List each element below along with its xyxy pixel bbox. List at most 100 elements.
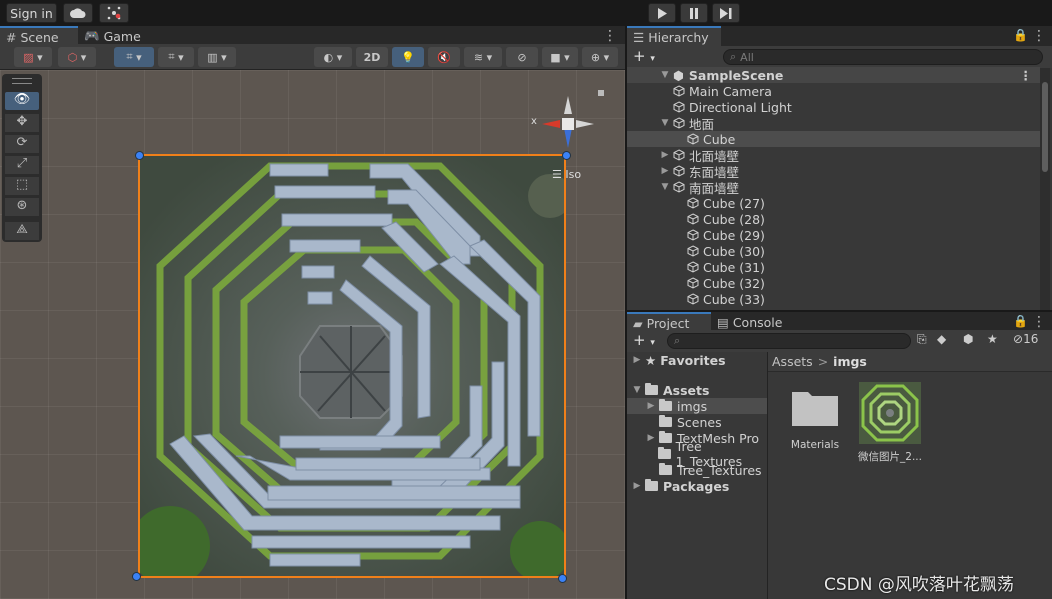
folder-icon	[645, 383, 658, 395]
fold-arrow-icon[interactable]: ▼	[659, 70, 671, 80]
view-tool-button[interactable]: 👁	[5, 92, 39, 110]
rect-handle-top-left[interactable]	[135, 151, 144, 160]
rotate-icon: ⟳	[16, 135, 28, 150]
project-menu-icon[interactable]: ⋮	[1032, 314, 1046, 330]
watermark: CSDN @风吹落叶花飘荡	[824, 575, 1014, 595]
hierarchy-item[interactable]: Main Camera	[627, 83, 1040, 99]
hidden-packages-toggle[interactable]: ⊘16	[1013, 332, 1038, 346]
fold-arrow-icon[interactable]: ▼	[659, 182, 671, 192]
hierarchy-item[interactable]: Cube (32)	[627, 275, 1040, 291]
render-mode-dropdown[interactable]: ⬡ ▾	[58, 47, 96, 67]
step-icon	[720, 7, 732, 19]
fold-arrow-icon[interactable]: ▶	[631, 481, 643, 491]
fold-arrow-icon[interactable]: ▶	[645, 401, 657, 411]
shading-dropdown[interactable]: ◐ ▾	[314, 47, 352, 67]
rect-tool-button[interactable]: ⬚	[5, 177, 39, 195]
project-lock-icon[interactable]: 🔒	[1013, 314, 1028, 328]
panel-menu-icon[interactable]: ⋮	[603, 28, 617, 44]
custom-tool-button[interactable]: ⟁	[5, 222, 39, 240]
tab-console[interactable]: ▤ Console	[711, 312, 791, 332]
palette-grip-icon[interactable]	[12, 78, 32, 84]
search-by-type-button[interactable]: ⎘	[917, 332, 931, 348]
fold-arrow-icon[interactable]: ▶	[631, 355, 643, 365]
grid-visibility-dropdown[interactable]: ▥ ▾	[198, 47, 236, 67]
hierarchy-item[interactable]: Cube (28)	[627, 211, 1040, 227]
gizmo-projection-label[interactable]: ☰ Iso	[552, 168, 581, 181]
cloud-button[interactable]	[63, 3, 93, 23]
step-button[interactable]	[712, 3, 740, 23]
orientation-gizmo[interactable]: x ☰ Iso	[528, 90, 608, 182]
effects-dropdown[interactable]: ≋ ▾	[464, 47, 502, 67]
gizmo-lock-icon[interactable]	[598, 90, 604, 96]
hierarchy-menu-icon[interactable]: ⋮	[1032, 28, 1046, 44]
fold-arrow-icon[interactable]: ▶	[659, 166, 671, 176]
hierarchy-item[interactable]: Cube (27)	[627, 195, 1040, 211]
asset-image-thumbnail[interactable]: 微信图片_2...	[855, 382, 925, 466]
hierarchy-item[interactable]: Cube (29)	[627, 227, 1040, 243]
grid-snap-toggle[interactable]: ⌗ ▾	[114, 47, 154, 67]
project-tree-item[interactable]: ▶ imgs	[627, 398, 767, 414]
maze-plane[interactable]	[138, 154, 566, 578]
cube-icon	[673, 165, 685, 177]
speaker-muted-icon: 🔇	[437, 50, 451, 64]
tab-project[interactable]: ▰ Project	[627, 312, 711, 332]
project-splitter[interactable]	[767, 352, 768, 599]
tab-game[interactable]: 🎮 Game	[78, 26, 148, 46]
filter-type-button[interactable]: ◆	[937, 332, 955, 346]
fold-arrow-icon[interactable]: ▶	[659, 150, 671, 160]
scrollbar-thumb[interactable]	[1042, 82, 1048, 172]
hierarchy-scrollbar[interactable]	[1040, 68, 1050, 310]
draw-mode-dropdown[interactable]: ▨ ▾	[14, 47, 52, 67]
tab-scene[interactable]: # Scene	[0, 26, 78, 46]
gizmos-dropdown[interactable]: ⊕ ▾	[582, 47, 618, 67]
hierarchy-item[interactable]: ▼ 南面墙壁	[627, 179, 1040, 196]
rotate-tool-button[interactable]: ⟳	[5, 135, 39, 153]
create-dropdown[interactable]: + ▾	[633, 47, 655, 65]
fold-arrow-icon[interactable]: ▼	[659, 118, 671, 128]
collab-button[interactable]	[99, 3, 129, 23]
breadcrumb-current[interactable]: imgs	[833, 354, 867, 369]
hierarchy-item[interactable]: Cube (31)	[627, 259, 1040, 275]
hidden-objects-toggle[interactable]: ⊘	[506, 47, 538, 67]
folder-tab-icon: ▰	[633, 315, 643, 331]
toggle-2d-button[interactable]: 2D	[356, 47, 388, 67]
favorites-row[interactable]: ▶ ★ Favorites	[627, 352, 767, 368]
scene-root-row[interactable]: ▼ ⬢ SampleScene ⋮	[627, 67, 1040, 83]
scene-view[interactable]: 👁 ✥ ⟳ ⤢ ⬚ ⊛ ⟁ x ☰ Iso	[0, 70, 625, 599]
lighting-toggle[interactable]: 💡	[392, 47, 424, 67]
hierarchy-item[interactable]: ▼ 地面	[627, 115, 1040, 132]
tool-palette: 👁 ✥ ⟳ ⤢ ⬚ ⊛ ⟁	[2, 74, 42, 242]
cube-icon	[673, 149, 685, 161]
project-tree-item[interactable]: Tree 1_Textures	[627, 439, 767, 469]
project-tree-item[interactable]: Tree_Textures	[627, 462, 767, 478]
favorite-button[interactable]: ★	[987, 332, 1005, 346]
hierarchy-search-input[interactable]: ⌕ All	[723, 49, 1043, 65]
sign-in-button[interactable]: Sign in	[6, 3, 57, 23]
project-create-dropdown[interactable]: + ▾	[633, 331, 655, 349]
asset-materials-folder[interactable]: Materials	[787, 386, 843, 466]
move-tool-button[interactable]: ✥	[5, 114, 39, 132]
pause-button[interactable]	[680, 3, 708, 23]
assets-row[interactable]: ▼ Assets	[627, 382, 767, 398]
rect-handle-bottom-right[interactable]	[558, 574, 567, 583]
play-button[interactable]	[648, 3, 676, 23]
camera-dropdown[interactable]: ■ ▾	[542, 47, 578, 67]
hierarchy-item[interactable]: Cube (30)	[627, 243, 1040, 259]
filter-label-button[interactable]: ⬢	[963, 332, 981, 346]
breadcrumb-assets[interactable]: Assets	[772, 354, 813, 369]
increment-snap-dropdown[interactable]: ⌗ ▾	[158, 47, 194, 67]
packages-row[interactable]: ▶ Packages	[627, 478, 767, 494]
hierarchy-item[interactable]: Cube (33)	[627, 291, 1040, 307]
rect-handle-bottom-left[interactable]	[132, 572, 141, 581]
fold-arrow-icon[interactable]: ▶	[645, 433, 657, 443]
transform-icon: ⊛	[16, 198, 28, 213]
audio-toggle[interactable]: 🔇	[428, 47, 460, 67]
transform-tool-button[interactable]: ⊛	[5, 198, 39, 216]
project-search-input[interactable]: ⌕	[667, 333, 911, 349]
hierarchy-lock-icon[interactable]: 🔒	[1013, 28, 1028, 42]
scene-menu-icon[interactable]: ⋮	[1020, 68, 1033, 83]
scale-tool-button[interactable]: ⤢	[5, 156, 39, 174]
project-tree-item[interactable]: Scenes	[627, 414, 767, 430]
tab-hierarchy[interactable]: ☰ Hierarchy	[627, 26, 721, 46]
fold-arrow-icon[interactable]: ▼	[631, 385, 643, 395]
